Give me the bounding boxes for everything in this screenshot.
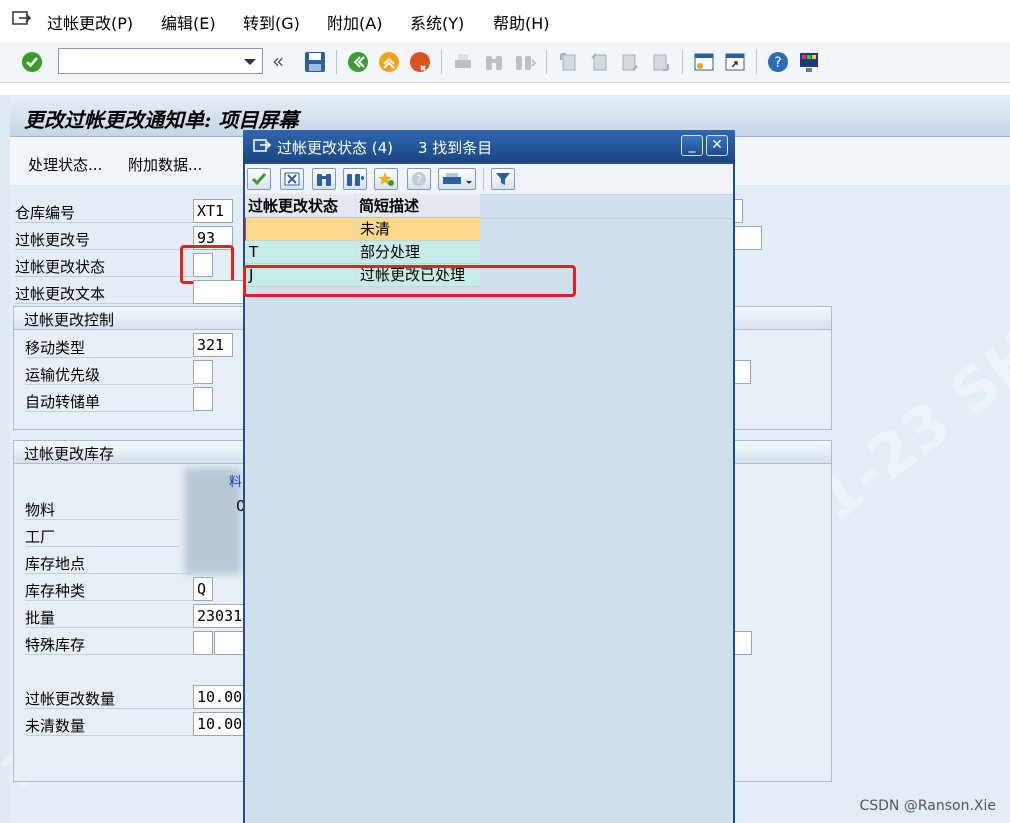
menu-item-goto[interactable]: 转到(G)	[243, 10, 300, 34]
last-page-icon[interactable]	[649, 50, 673, 74]
material-link-partial[interactable]: 料	[229, 471, 242, 490]
open-quantity-label: 未清数量	[25, 717, 86, 735]
additional-data-button[interactable]: 附加数据...	[128, 154, 202, 175]
special-stock-label: 特殊库存	[25, 636, 86, 654]
stock-group-title: 过帐更改库存	[24, 445, 115, 463]
create-session-icon[interactable]	[692, 50, 716, 74]
cancel-icon[interactable]	[280, 168, 304, 190]
first-page-icon[interactable]	[556, 50, 580, 74]
right-field-4[interactable]	[733, 631, 752, 655]
row-2-code[interactable]: T	[245, 241, 355, 264]
movement-type-field[interactable]: 321	[193, 333, 233, 357]
auto-transfer-order-label: 自动转储单	[25, 393, 101, 411]
find-icon[interactable]	[482, 50, 506, 74]
warehouse-number-field[interactable]: XT1	[193, 199, 233, 223]
find-icon[interactable]	[312, 168, 336, 190]
chevron-down-icon[interactable]	[244, 59, 256, 65]
row-1-description[interactable]: 未清	[356, 218, 480, 241]
popup-title: 过帐更改状态 (4)	[277, 139, 394, 157]
row-1-code[interactable]	[245, 218, 355, 241]
column-header-description[interactable]: 简短描述	[356, 194, 480, 218]
batch-label: 批量	[25, 609, 56, 627]
menu-item-posting-change[interactable]: 过帐更改(P)	[47, 10, 133, 34]
batch-field[interactable]: 23031	[193, 604, 245, 628]
transport-priority-label: 运输优先级	[25, 366, 101, 384]
control-group-title: 过帐更改控制	[24, 311, 115, 329]
find-next-icon[interactable]	[513, 50, 537, 74]
menu-bar: 过帐更改(P) 编辑(E) 转到(G) 附加(A) 系统(Y) 帮助(H)	[0, 0, 1010, 42]
transport-priority-field[interactable]	[193, 360, 213, 384]
column-header-status[interactable]: 过帐更改状态	[245, 194, 355, 218]
save-icon[interactable]	[303, 50, 327, 74]
layout-icon[interactable]	[797, 50, 821, 74]
cancel-icon[interactable]	[408, 50, 432, 74]
svg-text:?: ?	[416, 173, 422, 186]
popup-title-bar: 过帐更改状态 (4) 3 找到条目 _ ✕	[243, 130, 735, 162]
print-dropdown-icon[interactable]	[438, 168, 476, 190]
enter-icon[interactable]	[20, 50, 44, 74]
minimize-button[interactable]: _	[681, 135, 703, 156]
info-help-icon[interactable]: ?	[407, 168, 431, 190]
popup-body: ? 过帐更改状态 简短描述 未清 T 部分处理 J 过帐更改已处理	[245, 164, 733, 823]
find-next-icon[interactable]	[343, 168, 367, 190]
special-stock-field[interactable]	[193, 631, 213, 655]
footer-credit: CSDN @Ranson.Xie	[859, 798, 996, 814]
prev-page-icon[interactable]	[587, 50, 611, 74]
popup-entries-found: 3 找到条目	[418, 139, 493, 157]
favorite-add-icon[interactable]	[374, 168, 398, 190]
right-field-2[interactable]	[733, 226, 762, 250]
auto-transfer-order-field[interactable]	[193, 387, 213, 411]
screen-title: 更改过帐更改通知单: 项目屏幕	[24, 108, 299, 132]
stock-category-field[interactable]: Q	[193, 577, 213, 601]
right-field-3[interactable]	[733, 360, 751, 384]
posting-change-text-label: 过帐更改文本	[15, 285, 106, 303]
shortcut-icon[interactable]	[723, 50, 747, 74]
special-stock-number-field[interactable]	[214, 631, 246, 655]
back-green-icon[interactable]	[346, 50, 370, 74]
print-icon[interactable]	[451, 50, 475, 74]
svg-text:?: ?	[774, 55, 781, 71]
stock-category-label: 库存种类	[25, 582, 86, 600]
warehouse-number-label: 仓库编号	[15, 204, 76, 222]
selected-row-highlight	[243, 265, 576, 297]
back-icon[interactable]: «	[272, 50, 296, 74]
status-field-highlight	[180, 245, 234, 284]
standard-toolbar: « ?	[0, 42, 1010, 83]
row-2-description[interactable]: 部分处理	[356, 241, 480, 264]
posting-change-number-label: 过帐更改号	[15, 231, 91, 249]
material-label: 物料	[25, 501, 56, 519]
posting-change-status-label: 过帐更改状态	[15, 258, 106, 276]
value-help-popup: 过帐更改状态 (4) 3 找到条目 _ ✕ ? 过帐更改状态 简短描述 未清 T…	[243, 130, 735, 823]
filter-icon[interactable]	[491, 168, 515, 190]
confirm-icon[interactable]	[247, 168, 271, 190]
posting-change-quantity-field[interactable]: 10.00	[193, 685, 245, 709]
menu-screen-icon[interactable]	[10, 8, 32, 28]
storage-location-label: 库存地点	[25, 555, 86, 573]
help-icon[interactable]: ?	[766, 50, 790, 74]
processing-status-button[interactable]: 处理状态...	[28, 154, 102, 175]
exit-icon[interactable]	[377, 50, 401, 74]
popup-toolbar: ?	[245, 164, 733, 195]
popup-screen-icon	[252, 136, 272, 160]
menu-item-extras[interactable]: 附加(A)	[327, 10, 382, 34]
close-button[interactable]: ✕	[706, 135, 728, 156]
menu-item-system[interactable]: 系统(Y)	[410, 10, 464, 34]
menu-item-edit[interactable]: 编辑(E)	[161, 10, 216, 34]
open-quantity-field[interactable]: 10.00	[193, 712, 245, 736]
posting-change-quantity-label: 过帐更改数量	[25, 690, 116, 708]
menu-item-help[interactable]: 帮助(H)	[493, 10, 550, 34]
command-field[interactable]	[58, 48, 263, 74]
movement-type-label: 移动类型	[25, 339, 86, 357]
next-page-icon[interactable]	[618, 50, 642, 74]
plant-label: 工厂	[25, 528, 56, 546]
